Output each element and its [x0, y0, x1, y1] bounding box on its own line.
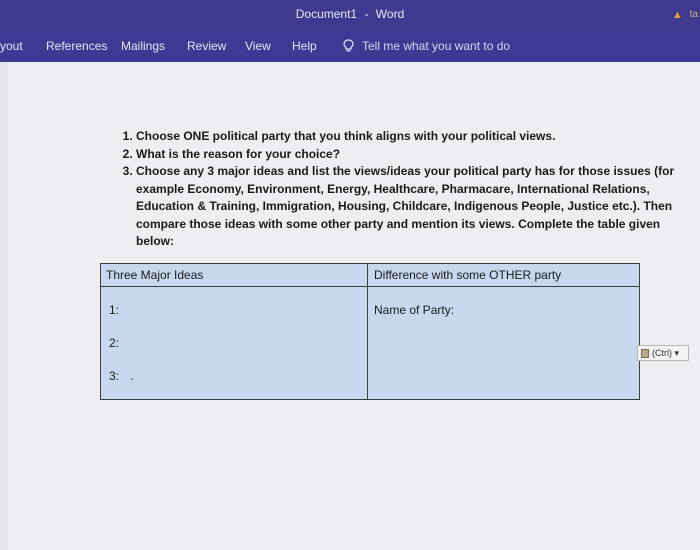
clipboard-icon: [641, 349, 649, 358]
tell-me-search[interactable]: Tell me what you want to do: [343, 39, 510, 53]
ribbon-tab-bar: yout References Mailings Review View Hel…: [0, 30, 700, 62]
tab-layout[interactable]: yout: [0, 39, 23, 53]
paste-options-button[interactable]: (Ctrl) ▾: [637, 345, 689, 361]
question-item: What is the reason for your choice?: [136, 146, 676, 164]
document-name: Document1: [295, 7, 358, 21]
table-column-other-party[interactable]: Difference with some OTHER party Name of…: [368, 264, 639, 399]
table-column-ideas[interactable]: Three Major Ideas 1: 2: 3:: [101, 264, 368, 399]
lightbulb-icon: [343, 39, 354, 52]
document-body: Choose ONE political party that you thin…: [0, 62, 700, 550]
dropdown-arrow-icon: ▾: [672, 348, 680, 358]
question-item: Choose ONE political party that you thin…: [136, 128, 676, 146]
window-title: Document1 - Word: [0, 7, 700, 21]
table-header-difference: Difference with some OTHER party: [374, 268, 562, 282]
table-item-1: 1:: [109, 303, 120, 317]
title-bar: Document1 - Word ▲ ta: [0, 0, 700, 30]
app-name: Word: [375, 7, 405, 21]
table-header-ideas: Three Major Ideas: [106, 268, 204, 282]
table-item-3: 3:: [109, 369, 120, 383]
question-list: Choose ONE political party that you thin…: [116, 128, 676, 251]
tab-help[interactable]: Help: [292, 39, 317, 53]
tab-view[interactable]: View: [245, 39, 271, 53]
tell-me-label: Tell me what you want to do: [362, 39, 511, 53]
tab-references[interactable]: References: [46, 39, 107, 53]
user-account-icon[interactable]: ▲: [672, 10, 683, 21]
tab-review[interactable]: Review: [187, 39, 226, 53]
user-account-label[interactable]: ta: [690, 9, 698, 20]
comparison-table[interactable]: Three Major Ideas 1: 2: 3: Difference wi…: [100, 263, 640, 400]
name-of-party-label: Name of Party:: [374, 303, 455, 317]
question-item: Choose any 3 major ideas and list the vi…: [136, 163, 676, 251]
paste-options-label: (Ctrl): [652, 348, 672, 358]
title-separator: -: [364, 7, 369, 21]
tab-mailings[interactable]: Mailings: [121, 39, 165, 53]
text-cursor: [131, 378, 133, 380]
table-item-2: 2:: [109, 336, 120, 350]
